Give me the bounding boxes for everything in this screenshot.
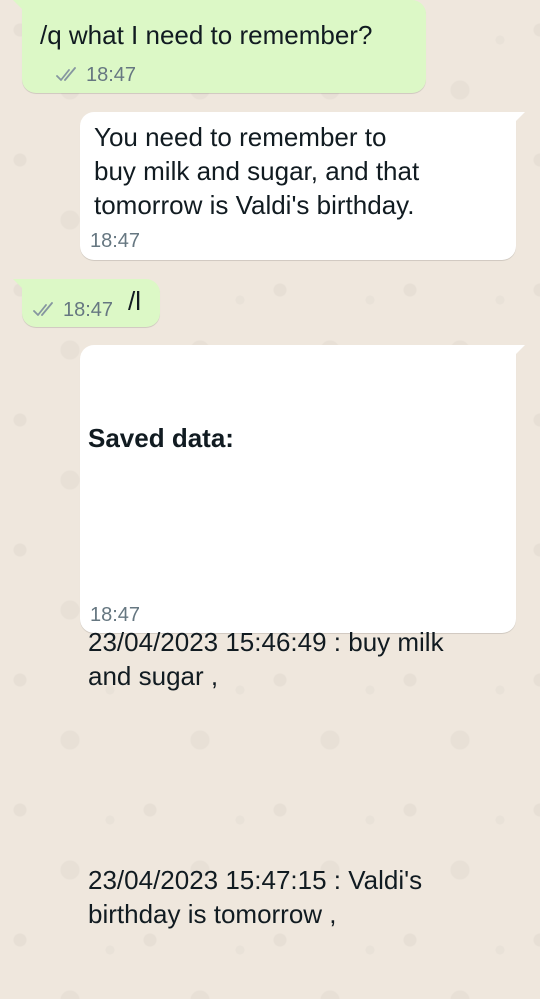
saved-entry: 23/04/2023 15:46:49 : buy milk and sugar… bbox=[88, 627, 444, 691]
outgoing-message[interactable]: 18:47 /l bbox=[13, 279, 160, 327]
message-text: /l bbox=[128, 286, 141, 316]
message-body: Saved data: 23/04/2023 15:46:49 : buy mi… bbox=[88, 353, 508, 999]
outgoing-message[interactable]: /q what I need to remember? 18:47 bbox=[13, 0, 426, 93]
message-time: 18:47 bbox=[63, 299, 114, 321]
message-time: 18:47 bbox=[86, 64, 137, 86]
message-time: 18:47 bbox=[90, 604, 141, 626]
incoming-message[interactable]: You need to remember to buy milk and sug… bbox=[80, 112, 525, 260]
incoming-message[interactable]: Saved data: 23/04/2023 15:46:49 : buy mi… bbox=[80, 345, 525, 929]
double-check-icon bbox=[56, 67, 76, 81]
message-time: 18:47 bbox=[90, 230, 141, 252]
message-meta: 18:47 bbox=[90, 603, 140, 627]
chat-area: /q what I need to remember? 18:47 You ne… bbox=[0, 0, 540, 929]
message-meta: 18:47 bbox=[56, 63, 136, 87]
saved-data-heading: Saved data: bbox=[88, 423, 234, 453]
message-meta: 18:47 bbox=[90, 229, 140, 253]
message-meta: 18:47 bbox=[33, 298, 113, 322]
message-text: You need to remember to buy milk and sug… bbox=[94, 122, 420, 220]
saved-entry: 23/04/2023 15:47:15 : Valdi's birthday i… bbox=[88, 865, 423, 929]
message-text: /q what I need to remember? bbox=[40, 20, 373, 50]
double-check-icon bbox=[33, 302, 53, 316]
